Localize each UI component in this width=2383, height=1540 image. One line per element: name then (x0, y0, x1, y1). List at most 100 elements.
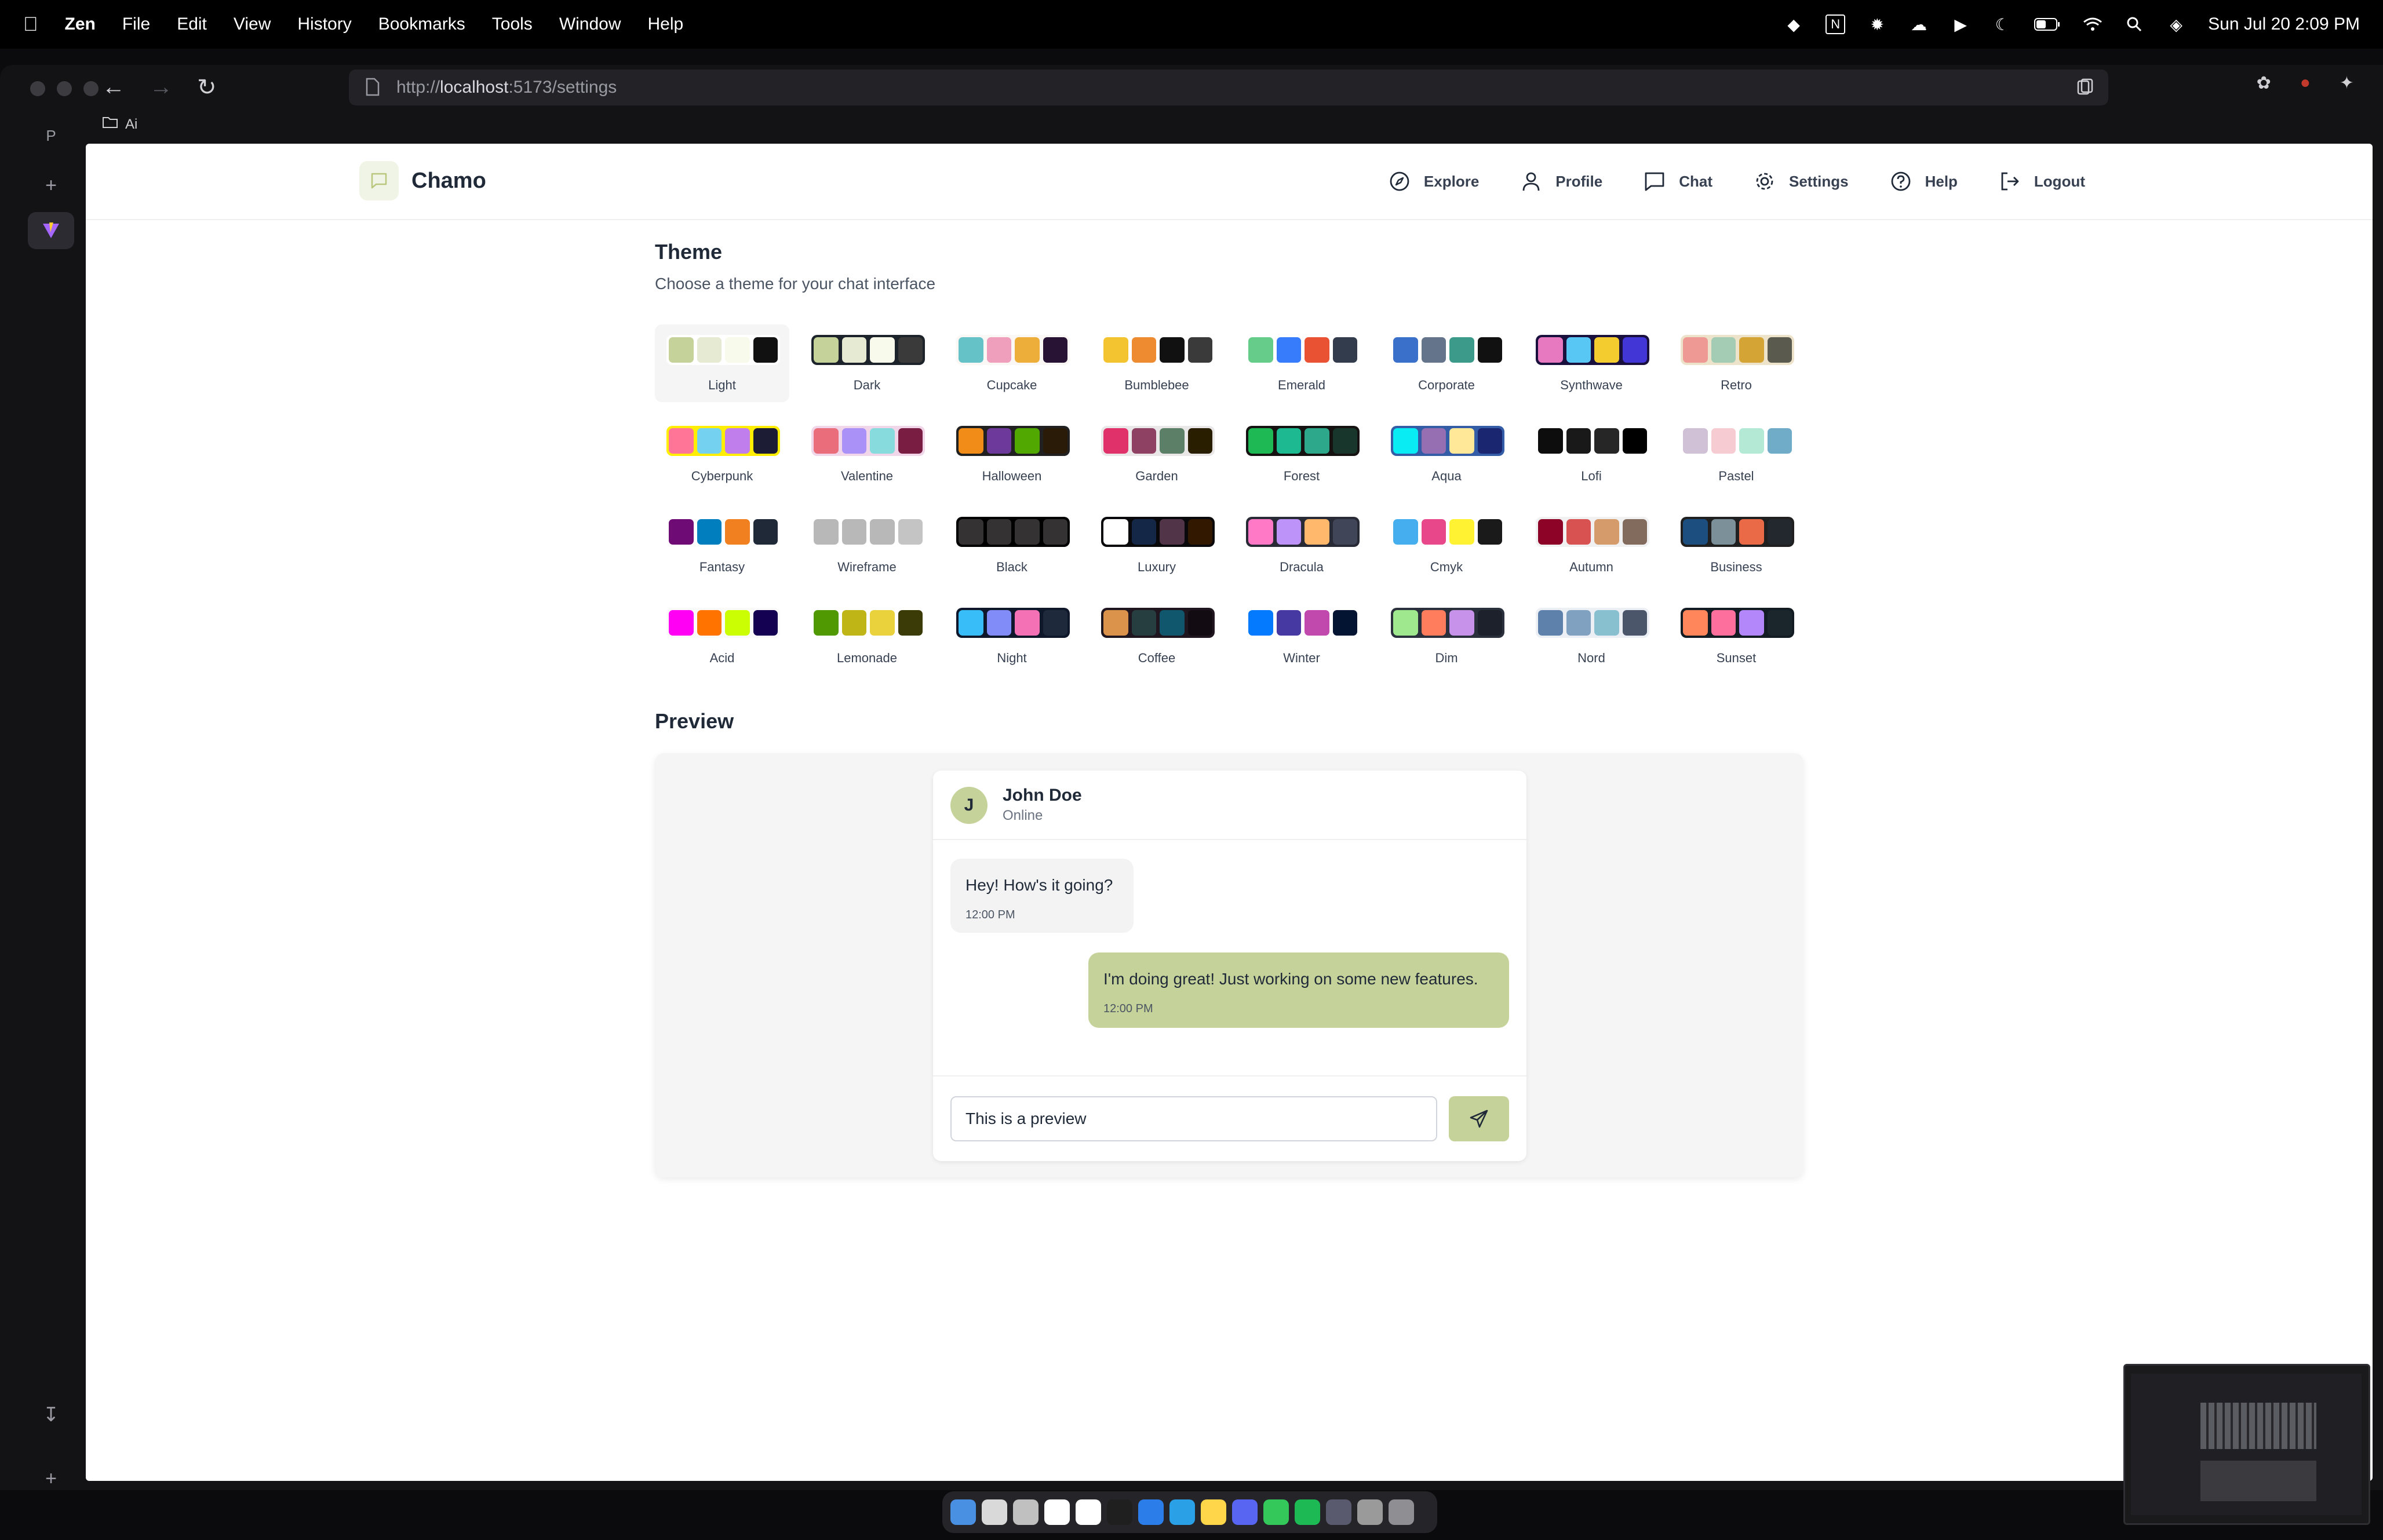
dock-app-icon[interactable] (1201, 1499, 1226, 1525)
theme-option-dim[interactable]: Dim (1379, 597, 1514, 675)
menu-help[interactable]: Help (648, 14, 684, 34)
theme-option-luxury[interactable]: Luxury (1090, 506, 1224, 584)
menu-clock[interactable]: Sun Jul 20 2:09 PM (2208, 14, 2360, 34)
theme-option-cmyk[interactable]: Cmyk (1379, 506, 1514, 584)
nav-chat[interactable]: Chat (1643, 170, 1712, 193)
nav-profile[interactable]: Profile (1520, 170, 1602, 193)
dock-app-icon[interactable] (1326, 1499, 1351, 1525)
nav-logout[interactable]: Logout (1998, 170, 2085, 193)
send-button[interactable] (1449, 1096, 1509, 1141)
theme-option-lemonade[interactable]: Lemonade (800, 597, 934, 675)
dock-app-icon[interactable] (1076, 1499, 1101, 1525)
theme-option-pastel[interactable]: Pastel (1669, 415, 1803, 493)
close-window-button[interactable] (30, 81, 45, 96)
screenshot-thumbnail[interactable] (2123, 1364, 2370, 1525)
theme-option-nord[interactable]: Nord (1524, 597, 1659, 675)
theme-option-sunset[interactable]: Sunset (1669, 597, 1803, 675)
dock-app-icon[interactable] (1263, 1499, 1289, 1525)
nav-explore[interactable]: Explore (1388, 170, 1479, 193)
menu-file[interactable]: File (122, 14, 150, 34)
reader-mode-icon[interactable] (2076, 78, 2094, 101)
dock-app-icon[interactable] (950, 1499, 976, 1525)
workspace-indicator[interactable]: P (28, 117, 74, 154)
ublock-extension-icon[interactable]: ● (2300, 73, 2311, 93)
openai-status-icon[interactable]: ✹ (1867, 14, 1887, 34)
bookmark-folder-ai[interactable]: Ai (125, 116, 137, 133)
sidebar-add-icon[interactable]: + (28, 1460, 74, 1497)
theme-option-cupcake[interactable]: Cupcake (945, 324, 1079, 402)
theme-option-corporate[interactable]: Corporate (1379, 324, 1514, 402)
new-tab-plus-icon[interactable]: + (28, 167, 74, 204)
theme-option-bumblebee[interactable]: Bumblebee (1090, 324, 1224, 402)
theme-option-winter[interactable]: Winter (1234, 597, 1369, 675)
wifi-icon[interactable] (2083, 14, 2103, 34)
theme-option-business[interactable]: Business (1669, 506, 1803, 584)
dock-app-icon[interactable] (1232, 1499, 1258, 1525)
download-icon[interactable]: ↧ (28, 1396, 74, 1433)
moon-icon[interactable]: ☾ (1992, 14, 2012, 34)
dock-app-icon[interactable] (1107, 1499, 1132, 1525)
theme-option-halloween[interactable]: Halloween (945, 415, 1079, 493)
control-center-icon[interactable]: ◈ (2166, 14, 2186, 34)
theme-option-synthwave[interactable]: Synthwave (1524, 324, 1659, 402)
nav-help[interactable]: Help (1889, 170, 1958, 193)
dock-app-icon[interactable] (1138, 1499, 1164, 1525)
theme-option-emerald[interactable]: Emerald (1234, 324, 1369, 402)
address-bar[interactable]: http://localhost:5173/settings (349, 70, 2108, 105)
theme-option-fantasy[interactable]: Fantasy (655, 506, 789, 584)
minimize-window-button[interactable] (57, 81, 72, 96)
vite-tab-icon[interactable] (28, 212, 74, 249)
color-swatch (1477, 610, 1502, 636)
theme-option-acid[interactable]: Acid (655, 597, 789, 675)
dock-app-icon[interactable] (1389, 1499, 1414, 1525)
theme-option-wireframe[interactable]: Wireframe (800, 506, 934, 584)
status-app-icon[interactable]: ◆ (1784, 14, 1803, 34)
theme-option-night[interactable]: Night (945, 597, 1079, 675)
menu-window[interactable]: Window (559, 14, 621, 34)
more-menu-icon[interactable]: ✦ (2340, 73, 2354, 93)
apple-icon[interactable]:  (23, 13, 38, 36)
theme-option-lofi[interactable]: Lofi (1524, 415, 1659, 493)
back-arrow-icon[interactable]: ← (102, 74, 125, 101)
theme-option-coffee[interactable]: Coffee (1090, 597, 1224, 675)
brand[interactable]: Chamo (359, 161, 486, 200)
theme-option-dark[interactable]: Dark (800, 324, 934, 402)
theme-option-cyberpunk[interactable]: Cyberpunk (655, 415, 789, 493)
dock-app-icon[interactable] (1169, 1499, 1195, 1525)
theme-option-black[interactable]: Black (945, 506, 1079, 584)
play-status-icon[interactable]: ▶ (1951, 14, 1970, 34)
menu-view[interactable]: View (234, 14, 271, 34)
dock-app-icon[interactable] (1044, 1499, 1070, 1525)
color-swatch (669, 610, 694, 636)
theme-option-aqua[interactable]: Aqua (1379, 415, 1514, 493)
menu-history[interactable]: History (297, 14, 351, 34)
forward-arrow-icon[interactable]: → (150, 74, 173, 101)
dock-app-icon[interactable] (982, 1499, 1007, 1525)
dock-app-icon[interactable] (1013, 1499, 1039, 1525)
menu-bookmarks[interactable]: Bookmarks (378, 14, 465, 34)
spotlight-search-icon[interactable] (2125, 14, 2144, 34)
zoom-window-button[interactable] (83, 81, 99, 96)
nav-settings[interactable]: Settings (1753, 170, 1849, 193)
theme-option-autumn[interactable]: Autumn (1524, 506, 1659, 584)
url-text[interactable]: http://localhost:5173/settings (396, 78, 617, 97)
dock-app-icon[interactable] (1295, 1499, 1320, 1525)
menu-tools[interactable]: Tools (492, 14, 533, 34)
theme-option-valentine[interactable]: Valentine (800, 415, 934, 493)
menu-edit[interactable]: Edit (177, 14, 207, 34)
theme-option-dracula[interactable]: Dracula (1234, 506, 1369, 584)
extension-puzzle-icon[interactable]: ✿ (2257, 73, 2271, 93)
theme-option-light[interactable]: Light (655, 324, 789, 402)
theme-option-retro[interactable]: Retro (1669, 324, 1803, 402)
notion-status-icon[interactable]: N (1825, 14, 1846, 34)
battery-icon[interactable] (2034, 14, 2061, 34)
color-swatch (1160, 610, 1185, 636)
message-input[interactable] (950, 1096, 1437, 1141)
theme-label: Dracula (1280, 560, 1324, 574)
theme-option-garden[interactable]: Garden (1090, 415, 1224, 493)
theme-option-forest[interactable]: Forest (1234, 415, 1369, 493)
dock-app-icon[interactable] (1357, 1499, 1383, 1525)
reload-icon[interactable]: ↻ (197, 74, 217, 101)
cloud-status-icon[interactable]: ☁ (1909, 14, 1929, 34)
menu-app-name[interactable]: Zen (65, 14, 96, 34)
